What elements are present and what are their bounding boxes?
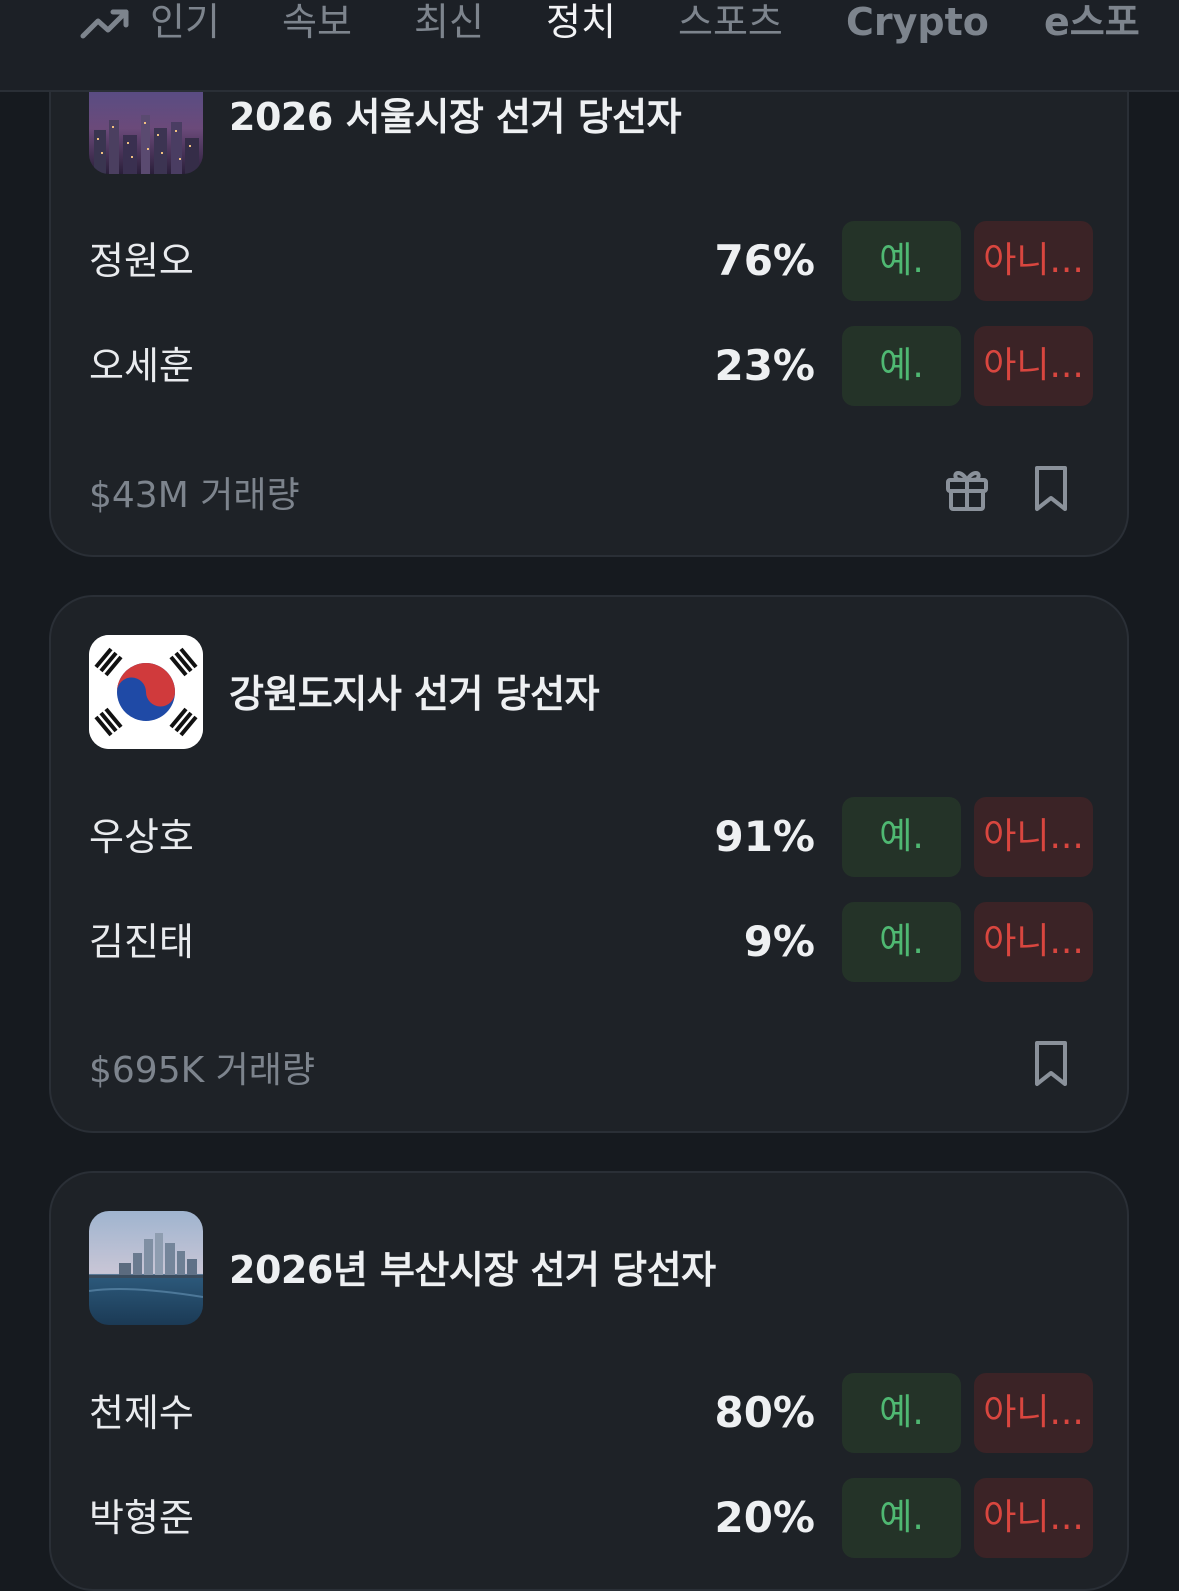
market-card-seoul[interactable]: 2026 서울시장 선거 당선자 정원오 76% 예. 아니... 오세훈 23… <box>49 20 1129 557</box>
probability: 91% <box>714 812 815 861</box>
buy-yes-button[interactable]: 예. <box>842 1478 961 1558</box>
tab-esports[interactable]: e스포 <box>1044 0 1140 52</box>
probability: 23% <box>714 341 815 390</box>
buy-no-button[interactable]: 아니... <box>974 326 1093 406</box>
busan-skyline-image <box>89 1211 203 1325</box>
buy-yes-button[interactable]: 예. <box>842 902 961 982</box>
buy-no-button[interactable]: 아니... <box>974 1478 1093 1558</box>
candidate-name: 김진태 <box>89 920 194 964</box>
tab-crypto[interactable]: Crypto <box>846 0 989 52</box>
tab-latest[interactable]: 최신 <box>414 0 484 52</box>
bookmark-icon[interactable] <box>1021 458 1081 518</box>
buy-no-button[interactable]: 아니... <box>974 797 1093 877</box>
buy-yes-button[interactable]: 예. <box>842 326 961 406</box>
tab-sports[interactable]: 스포츠 <box>678 0 783 52</box>
trending-icon <box>80 9 129 39</box>
tab-popular[interactable]: 인기 <box>150 0 220 52</box>
candidate-name: 박형준 <box>89 1496 194 1540</box>
category-nav: 인기 속보 최신 정치 스포츠 Crypto e스포 <box>0 0 1179 92</box>
korean-flag-image <box>89 635 203 749</box>
gift-icon[interactable] <box>937 458 997 518</box>
buy-yes-button[interactable]: 예. <box>842 1373 961 1453</box>
volume-label: $43M 거래량 <box>89 475 300 516</box>
outcome-row: 정원오 76% 예. 아니... <box>51 221 1127 301</box>
probability: 76% <box>714 236 815 285</box>
buy-no-button[interactable]: 아니... <box>974 221 1093 301</box>
candidate-name: 오세훈 <box>89 344 194 388</box>
outcome-row: 오세훈 23% 예. 아니... <box>51 326 1127 406</box>
volume-label: $695K 거래량 <box>89 1050 316 1091</box>
candidate-name: 천제수 <box>89 1391 194 1435</box>
buy-no-button[interactable]: 아니... <box>974 1373 1093 1453</box>
candidate-name: 우상호 <box>89 815 194 859</box>
market-title[interactable]: 2026년 부산시장 선거 당선자 <box>229 1239 716 1294</box>
tab-breaking[interactable]: 속보 <box>282 0 352 52</box>
bookmark-icon[interactable] <box>1021 1033 1081 1093</box>
outcome-row: 김진태 9% 예. 아니... <box>51 902 1127 982</box>
tab-politics[interactable]: 정치 <box>546 0 616 52</box>
market-title[interactable]: 강원도지사 선거 당선자 <box>229 663 600 718</box>
market-thumbnail <box>89 1211 203 1325</box>
buy-yes-button[interactable]: 예. <box>842 797 961 877</box>
market-title[interactable]: 2026 서울시장 선거 당선자 <box>229 86 682 141</box>
market-thumbnail <box>89 635 203 749</box>
outcome-row: 천제수 80% 예. 아니... <box>51 1373 1127 1453</box>
market-card-busan[interactable]: 2026년 부산시장 선거 당선자 천제수 80% 예. 아니... 박형준 2… <box>49 1171 1129 1591</box>
probability: 80% <box>714 1388 815 1437</box>
probability: 9% <box>743 917 815 966</box>
outcome-row: 박형준 20% 예. 아니... <box>51 1478 1127 1558</box>
probability: 20% <box>714 1493 815 1542</box>
market-card-gangwon[interactable]: 강원도지사 선거 당선자 우상호 91% 예. 아니... 김진태 9% 예. … <box>49 595 1129 1133</box>
candidate-name: 정원오 <box>89 239 194 283</box>
buy-no-button[interactable]: 아니... <box>974 902 1093 982</box>
buy-yes-button[interactable]: 예. <box>842 221 961 301</box>
outcome-row: 우상호 91% 예. 아니... <box>51 797 1127 877</box>
